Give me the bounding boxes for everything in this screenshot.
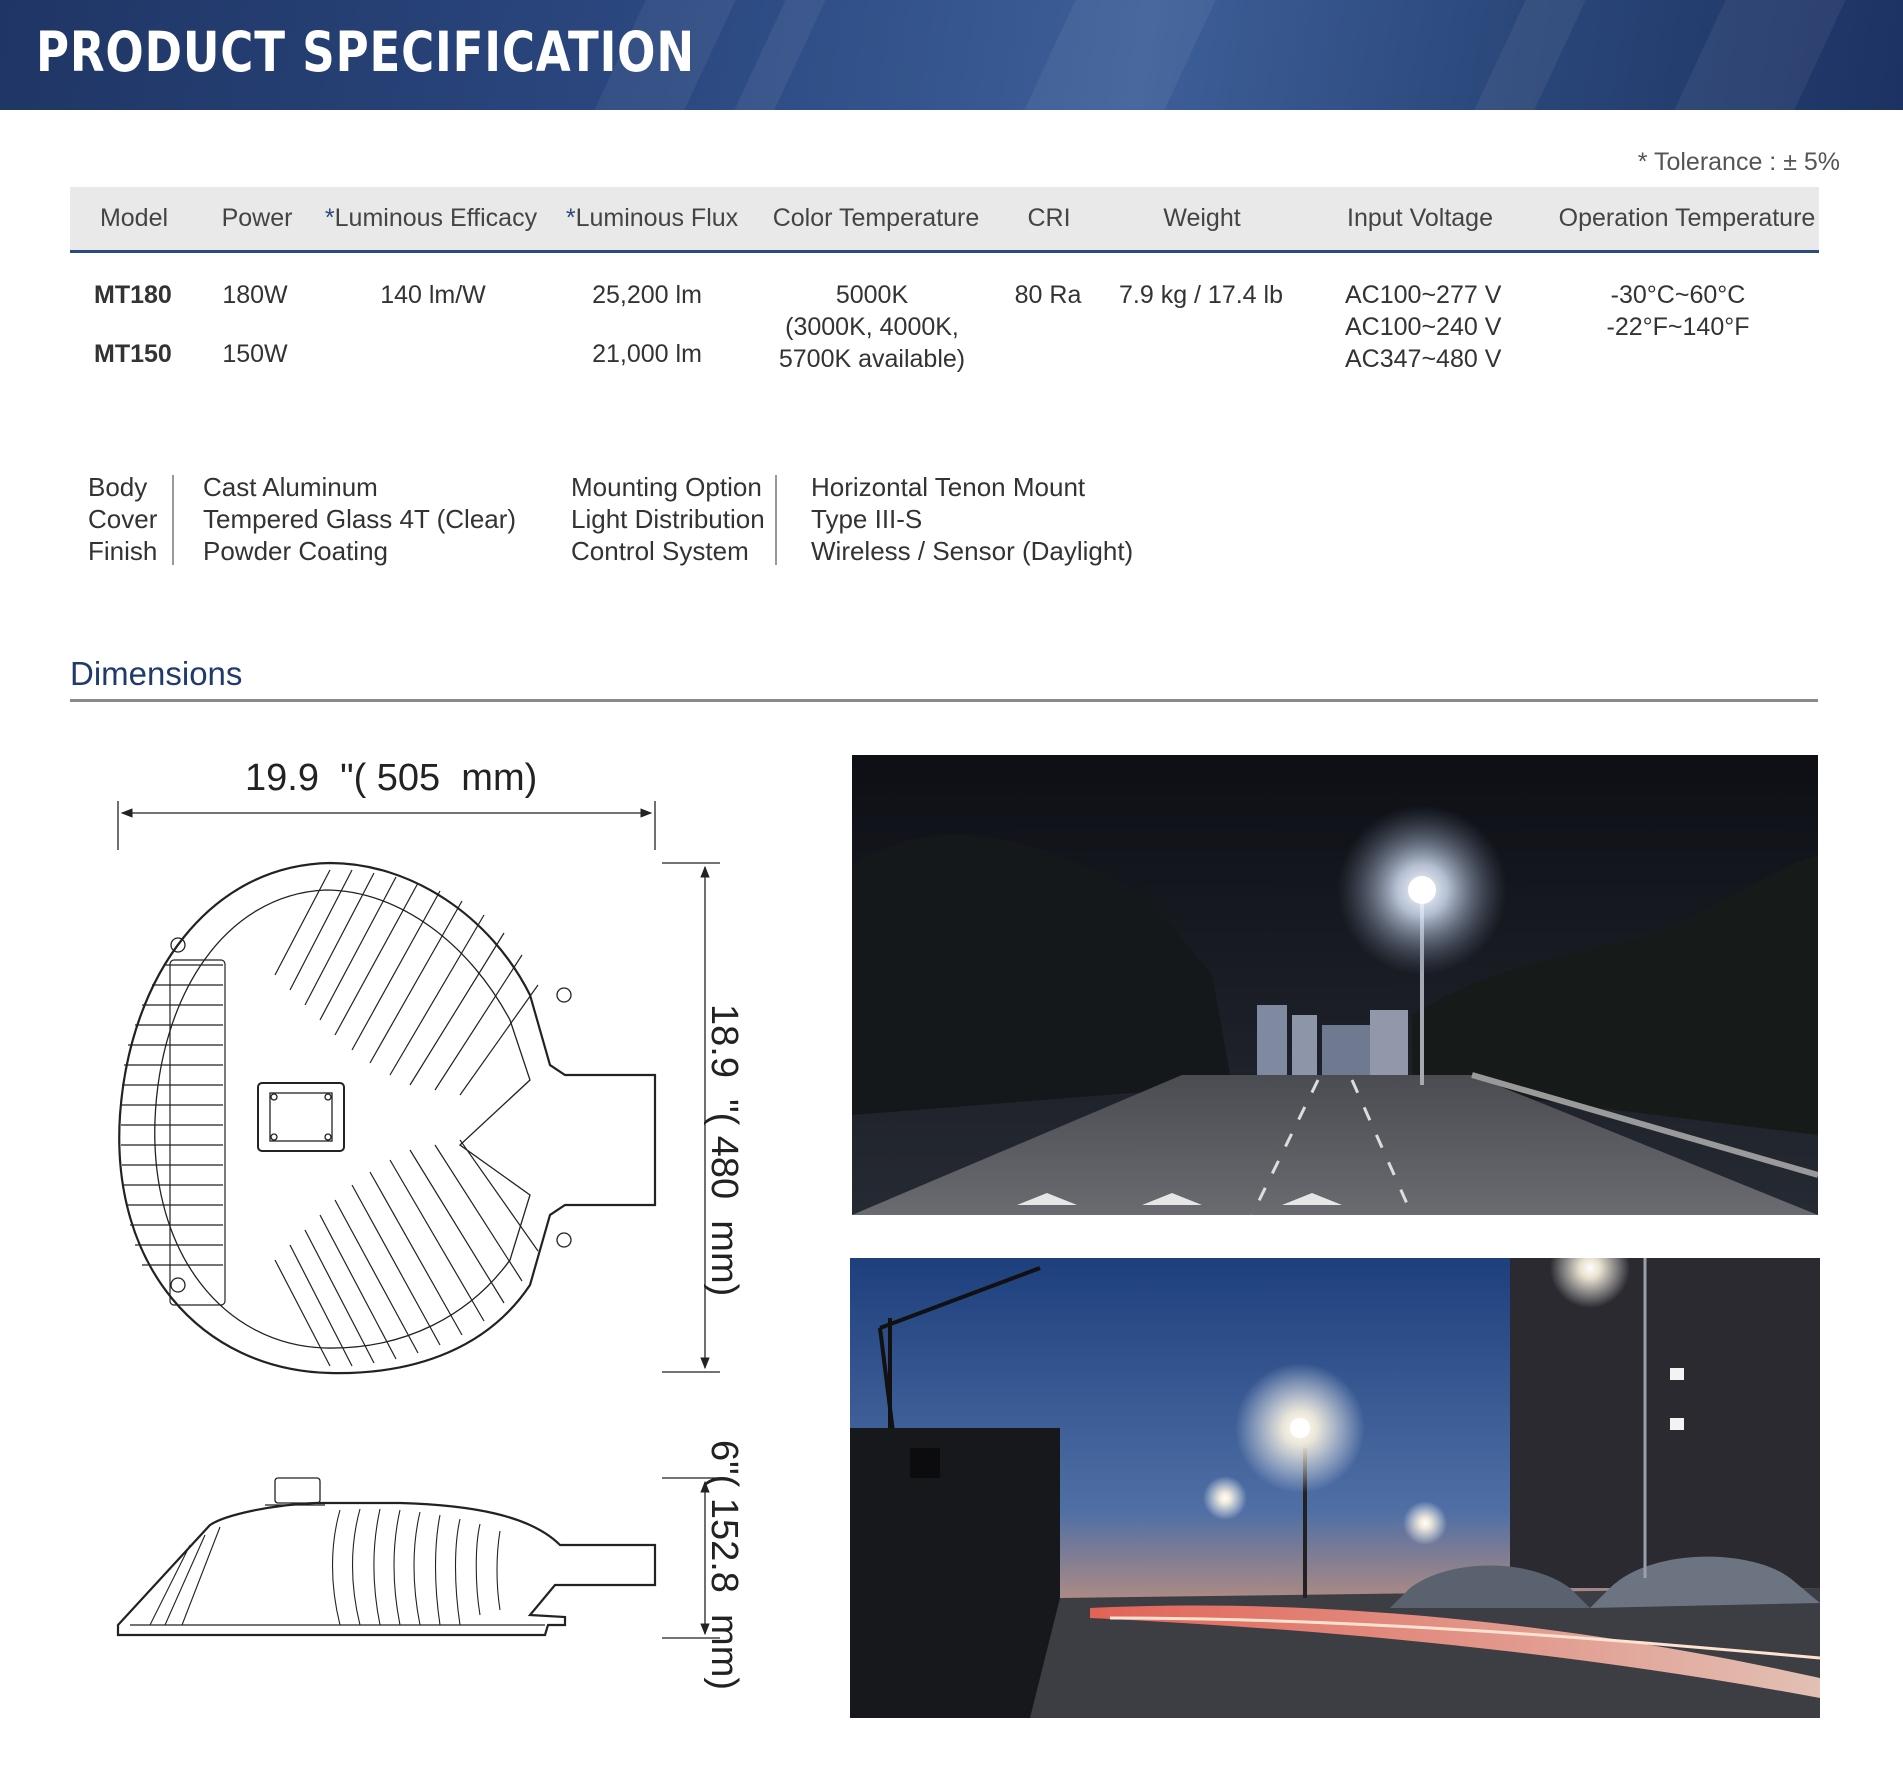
- color-temperature-line: (3000K, 4000K,: [785, 313, 959, 341]
- option-value: Horizontal Tenon Mount: [811, 472, 1086, 502]
- section-divider: [70, 699, 1818, 702]
- section-title-dimensions: Dimensions: [70, 655, 243, 692]
- materials-labels: Body Cover Finish: [88, 471, 157, 567]
- operation-temperature-line: -30°C~60°C: [1610, 281, 1746, 309]
- photo-city-street-dusk: [850, 1258, 1820, 1718]
- material-value: Tempered Glass 4T (Clear): [203, 504, 517, 534]
- color-temperature-line: 5700K available): [778, 345, 966, 373]
- input-voltage-line: AC100~240 V: [1345, 313, 1502, 341]
- column-header-weight: Weight: [1163, 204, 1241, 232]
- table-cell-flux: 25,200 lm: [592, 281, 702, 309]
- column-header-cri: CRI: [1027, 204, 1071, 232]
- table-cell-model: MT180: [94, 281, 172, 309]
- length-dimension-label: 18.9 "( 480 mm): [703, 1004, 745, 1297]
- options-labels: Mounting Option Light Distribution Contr…: [571, 471, 765, 567]
- table-cell-flux: 21,000 lm: [592, 340, 702, 368]
- photo-highway-night: [852, 755, 1818, 1215]
- heatsink-fins-left: [121, 959, 226, 1306]
- column-header-power: Power: [221, 204, 293, 232]
- options-values: Horizontal Tenon Mount Type III-S Wirele…: [811, 471, 1133, 567]
- material-value: Cast Aluminum: [203, 472, 378, 502]
- table-cell-cri: 80 Ra: [1014, 281, 1082, 309]
- material-value: Powder Coating: [203, 536, 388, 566]
- table-cell-model: MT150: [94, 340, 172, 368]
- heatsink-fins-upper: [274, 869, 539, 1096]
- page-title: PRODUCT SPECIFICATION: [36, 20, 695, 84]
- heatsink-fins-lower: [274, 1139, 539, 1367]
- divider: [172, 475, 174, 565]
- option-value: Type III-S: [811, 504, 923, 534]
- column-header-color-temperature: Color Temperature: [772, 204, 980, 232]
- column-header-operation-temperature: Operation Temperature: [1558, 204, 1816, 232]
- asterisk-mark: *: [324, 204, 335, 232]
- option-label: Control System: [571, 536, 749, 566]
- color-temperature-line: 5000K: [835, 281, 909, 309]
- material-label: Finish: [88, 536, 158, 566]
- table-cell-weight: 7.9 kg / 17.4 lb: [1118, 281, 1284, 309]
- dimension-drawing: [116, 801, 720, 1639]
- column-header-luminous-flux: *Luminous Flux: [565, 204, 739, 232]
- table-cell-color-temperature: 5000K (3000K, 4000K, 5700K available): [779, 279, 965, 375]
- height-dimension-label: 6"( 152.8 mm): [703, 1440, 745, 1691]
- asterisk-mark: *: [565, 204, 576, 232]
- option-label: Mounting Option: [571, 472, 762, 502]
- material-label: Cover: [88, 504, 158, 534]
- table-cell-power: 150W: [222, 340, 288, 368]
- input-voltage-line: AC347~480 V: [1345, 345, 1502, 373]
- side-fins: [149, 1508, 501, 1626]
- table-cell-operation-temperature: -30°C~60°C -22°F~140°F: [1607, 279, 1750, 343]
- option-value: Wireless / Sensor (Daylight): [811, 536, 1134, 566]
- materials-values: Cast Aluminum Tempered Glass 4T (Clear) …: [203, 471, 516, 567]
- material-label: Body: [88, 472, 148, 502]
- tolerance-note: * Tolerance : ± 5%: [1637, 148, 1840, 176]
- operation-temperature-line: -22°F~140°F: [1606, 313, 1750, 341]
- divider: [775, 475, 777, 565]
- width-dimension-label: 19.9 "( 505 mm): [245, 757, 538, 799]
- column-header-luminous-efficacy: *Luminous Efficacy: [324, 204, 538, 232]
- table-cell-input-voltage: AC100~277 V AC100~240 V AC347~480 V: [1345, 279, 1501, 375]
- table-cell-efficacy: 140 lm/W: [380, 281, 486, 309]
- column-header-model: Model: [99, 204, 169, 232]
- input-voltage-line: AC100~277 V: [1345, 281, 1502, 309]
- table-cell-power: 180W: [222, 281, 288, 309]
- column-header-input-voltage: Input Voltage: [1347, 204, 1493, 232]
- option-label: Light Distribution: [571, 504, 765, 534]
